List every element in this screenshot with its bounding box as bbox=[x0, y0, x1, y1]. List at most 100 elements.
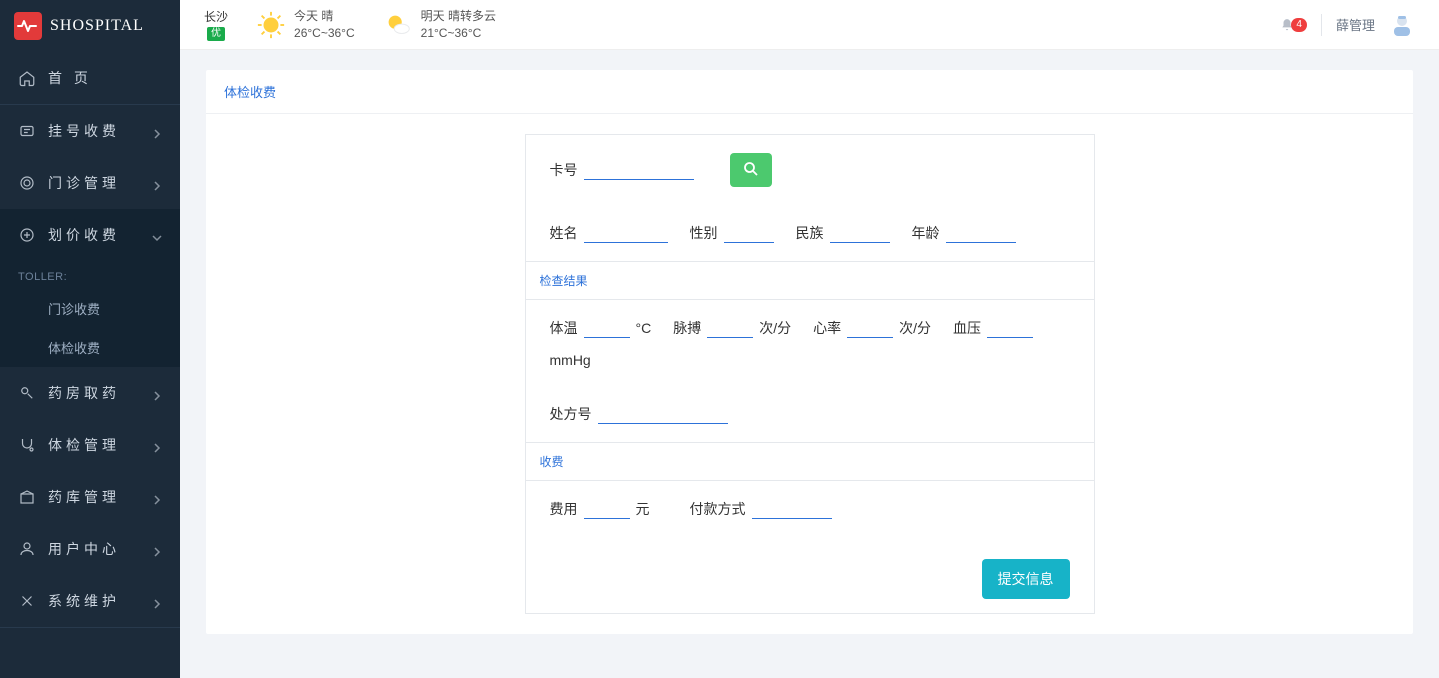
nav-item-label: 药库管理 bbox=[48, 487, 152, 507]
section-fee-label: 收费 bbox=[526, 442, 1094, 481]
submit-button[interactable]: 提交信息 bbox=[982, 559, 1070, 599]
sun-cloud-icon bbox=[383, 10, 413, 40]
name-label: 姓名 bbox=[550, 223, 578, 243]
search-button[interactable] bbox=[730, 153, 772, 187]
nav-item-label: 门诊管理 bbox=[48, 173, 152, 193]
weather-tomorrow: 明天 晴转多云 21°C~36°C bbox=[383, 8, 496, 42]
chevron-right-icon bbox=[152, 440, 162, 450]
fee-unit: 元 bbox=[636, 499, 650, 519]
age-input[interactable] bbox=[946, 223, 1016, 243]
topbar-divider bbox=[1321, 14, 1322, 36]
age-label: 年龄 bbox=[912, 223, 940, 243]
field-pay-method: 付款方式 bbox=[690, 499, 832, 519]
notif-count-badge: 4 bbox=[1291, 18, 1307, 32]
nav-item-label: 药房取药 bbox=[48, 383, 152, 403]
fee-input[interactable] bbox=[584, 499, 630, 519]
fee-label: 费用 bbox=[550, 499, 578, 519]
pulse-input[interactable] bbox=[707, 318, 753, 338]
rx-no-input[interactable] bbox=[598, 404, 728, 424]
field-fee: 费用 元 bbox=[550, 499, 650, 519]
field-blood-pressure: 血压 bbox=[953, 318, 1033, 338]
brand: SHOSPITAL bbox=[0, 0, 180, 52]
city-name: 长沙 bbox=[204, 8, 228, 25]
field-card-no: 卡号 bbox=[550, 160, 694, 180]
chevron-down-icon bbox=[152, 230, 162, 240]
today-temp: 26°C~36°C bbox=[294, 25, 355, 42]
price-tag-icon bbox=[18, 226, 36, 244]
chevron-right-icon bbox=[152, 596, 162, 606]
pay-method-label: 付款方式 bbox=[690, 499, 746, 519]
nav-pharmacy[interactable]: 药房取药 bbox=[0, 367, 180, 419]
chevron-right-icon bbox=[152, 126, 162, 136]
tomorrow-label: 明天 晴转多云 bbox=[421, 8, 496, 25]
nav-register-fee[interactable]: 挂号收费 bbox=[0, 105, 180, 157]
nav-item-label: 系统维护 bbox=[48, 591, 152, 611]
pulse-unit: 次/分 bbox=[759, 318, 791, 338]
subnav-outpatient-fee[interactable]: 门诊收费 bbox=[0, 289, 180, 328]
sidebar: SHOSPITAL 首 页 挂号收费 门诊管理 划价收费 TOLLER: 门诊收… bbox=[0, 0, 180, 678]
field-temperature: 体温 °C bbox=[550, 318, 652, 338]
chevron-right-icon bbox=[152, 178, 162, 188]
chevron-right-icon bbox=[152, 492, 162, 502]
weather-today: 今天 晴 26°C~36°C bbox=[256, 8, 355, 42]
nav-stock[interactable]: 药库管理 bbox=[0, 471, 180, 523]
pulse-label: 脉搏 bbox=[673, 318, 701, 338]
nav-pricing-fee[interactable]: 划价收费 bbox=[0, 209, 180, 261]
nation-input[interactable] bbox=[830, 223, 890, 243]
temp-unit: °C bbox=[636, 320, 652, 336]
subnav-physical-fee[interactable]: 体检收费 bbox=[0, 328, 180, 367]
nav-home[interactable]: 首 页 bbox=[0, 52, 180, 104]
tomorrow-temp: 21°C~36°C bbox=[421, 25, 496, 42]
hr-unit: 次/分 bbox=[899, 318, 931, 338]
sidebar-divider bbox=[0, 627, 180, 628]
current-user-name[interactable]: 薛管理 bbox=[1336, 15, 1375, 34]
field-heart-rate: 心率 次/分 bbox=[813, 318, 931, 338]
name-input[interactable] bbox=[584, 223, 668, 243]
avatar-icon[interactable] bbox=[1389, 12, 1415, 38]
gender-input[interactable] bbox=[724, 223, 774, 243]
pill-icon bbox=[18, 384, 36, 402]
notifications-button[interactable]: 4 bbox=[1280, 18, 1307, 32]
nav-outpatient[interactable]: 门诊管理 bbox=[0, 157, 180, 209]
brand-text: SHOSPITAL bbox=[50, 17, 144, 35]
card-no-label: 卡号 bbox=[550, 160, 578, 180]
field-rx-no: 处方号 bbox=[550, 404, 728, 424]
home-icon bbox=[18, 69, 36, 87]
nav-physical-manage[interactable]: 体检管理 bbox=[0, 419, 180, 471]
card-no-input[interactable] bbox=[584, 160, 694, 180]
heartbeat-logo-icon bbox=[14, 12, 42, 40]
field-nation: 民族 bbox=[796, 223, 890, 243]
search-icon bbox=[742, 160, 760, 181]
field-age: 年龄 bbox=[912, 223, 1016, 243]
bp-unit: mmHg bbox=[550, 352, 1070, 368]
nav-item-label: 体检管理 bbox=[48, 435, 152, 455]
stethoscope-icon bbox=[18, 174, 36, 192]
health-icon bbox=[18, 436, 36, 454]
nav-item-label: 挂号收费 bbox=[48, 121, 152, 141]
field-gender: 性别 bbox=[690, 223, 774, 243]
bp-label: 血压 bbox=[953, 318, 981, 338]
aqi-badge: 优 bbox=[207, 27, 225, 41]
wrench-icon bbox=[18, 592, 36, 610]
chevron-right-icon bbox=[152, 388, 162, 398]
blood-pressure-input[interactable] bbox=[987, 318, 1033, 338]
field-name: 姓名 bbox=[550, 223, 668, 243]
panel-physical-fee: 体检收费 卡号 bbox=[206, 70, 1413, 634]
panel-title: 体检收费 bbox=[206, 70, 1413, 114]
temperature-input[interactable] bbox=[584, 318, 630, 338]
chevron-right-icon bbox=[152, 544, 162, 554]
nav-user-center[interactable]: 用户中心 bbox=[0, 523, 180, 575]
gender-label: 性别 bbox=[690, 223, 718, 243]
sun-icon bbox=[256, 10, 286, 40]
nav-item-label: 划价收费 bbox=[48, 225, 152, 245]
weather-city: 长沙 优 bbox=[204, 8, 228, 41]
nav-item-label: 用户中心 bbox=[48, 539, 152, 559]
nav-system[interactable]: 系统维护 bbox=[0, 575, 180, 627]
temp-label: 体温 bbox=[550, 318, 578, 338]
nav-home-label: 首 页 bbox=[48, 68, 162, 88]
form-card: 卡号 姓名 bbox=[525, 134, 1095, 614]
pay-method-select[interactable] bbox=[752, 499, 832, 519]
section-exam-label: 检查结果 bbox=[526, 261, 1094, 300]
today-label: 今天 晴 bbox=[294, 8, 355, 25]
heart-rate-input[interactable] bbox=[847, 318, 893, 338]
